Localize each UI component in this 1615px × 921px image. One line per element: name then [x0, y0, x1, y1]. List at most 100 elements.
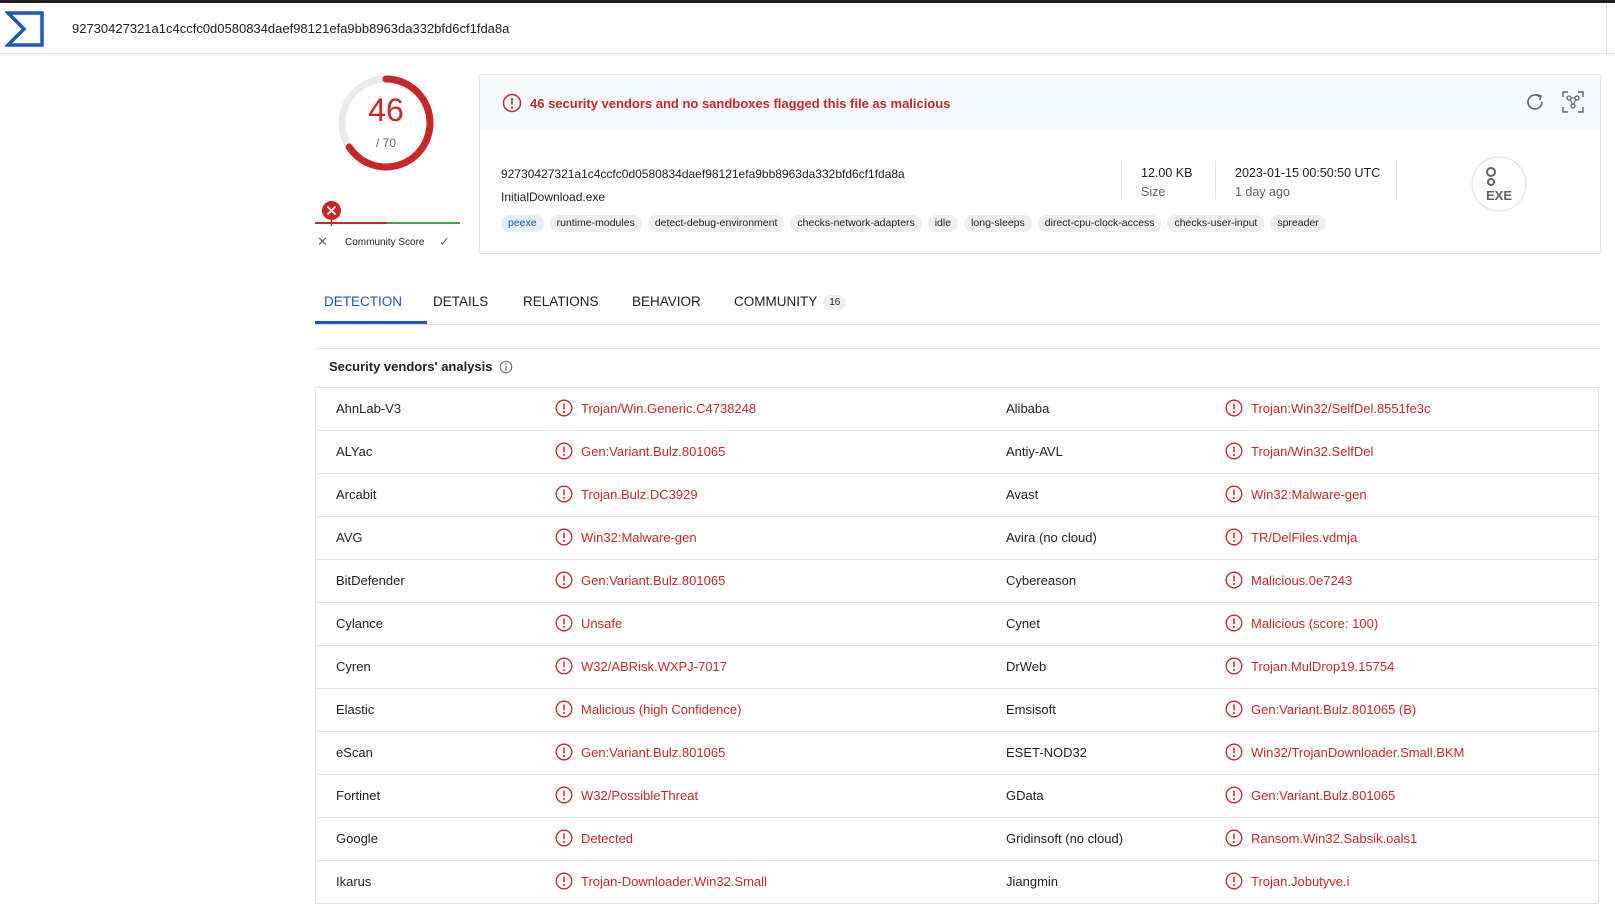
tab-details[interactable]: DETAILS: [433, 294, 488, 309]
similar-graph-icon[interactable]: [1560, 89, 1586, 115]
vendor-name: DrWeb: [1006, 659, 1047, 674]
malicious-alert-icon: [1225, 614, 1243, 632]
detection-result[interactable]: Ransom.Win32.Sabsik.oals1: [1251, 831, 1417, 846]
file-tag[interactable]: direct-cpu-clock-access: [1037, 215, 1162, 232]
file-hash[interactable]: 92730427321a1c4ccfc0d0580834daef98121efa…: [501, 167, 905, 181]
file-tag[interactable]: checks-network-adapters: [790, 215, 922, 232]
malicious-alert-icon: [555, 700, 573, 718]
detection-result[interactable]: Gen:Variant.Bulz.801065: [581, 444, 725, 459]
detection-result[interactable]: Gen:Variant.Bulz.801065 (B): [1251, 702, 1416, 717]
vendor-row: AhnLab-V3 Trojan/Win.Generic.C4738248 Alib…: [316, 388, 1598, 431]
vendor-name: ESET-NOD32: [1006, 745, 1087, 760]
last-analysis-date: 2023-01-15 00:50:50 UTC: [1235, 166, 1381, 180]
tab-detection[interactable]: DETECTION: [324, 294, 402, 309]
tab-label: BEHAVIOR: [632, 294, 701, 309]
detection-result[interactable]: Trojan/Win.Generic.C4738248: [581, 401, 756, 416]
stats-divider: [1396, 161, 1397, 199]
file-tag[interactable]: checks-user-input: [1167, 215, 1265, 232]
detection-result[interactable]: Win32/TrojanDownloader.Small.BKM: [1251, 745, 1464, 760]
search-input[interactable]: [60, 11, 1615, 45]
detection-result[interactable]: W32/ABRisk.WXPJ-7017: [581, 659, 727, 674]
vendor-name: Cybereason: [1006, 573, 1077, 588]
file-size-label: Size: [1141, 185, 1166, 199]
detection-result[interactable]: Trojan.MulDrop19.15754: [1251, 659, 1394, 674]
header-divider: [1606, 3, 1607, 53]
malicious-alert-icon: [1225, 485, 1243, 503]
community-score-marker-icon: [322, 201, 341, 226]
detection-alert: 46 security vendors and no sandboxes fla…: [530, 96, 951, 111]
detection-result[interactable]: Malicious (score: 100): [1251, 616, 1378, 631]
vendor-name: AVG: [336, 530, 363, 545]
detection-result[interactable]: Trojan/Win32.SelfDel: [1251, 444, 1373, 459]
detection-result[interactable]: Detected: [581, 831, 633, 846]
exe-file-type-icon: EXE: [1471, 156, 1527, 212]
vendor-name: Gridinsoft (no cloud): [1006, 831, 1124, 846]
malicious-alert-icon: [555, 528, 573, 546]
malicious-alert-icon: [555, 743, 573, 761]
malicious-alert-icon: [555, 657, 573, 675]
vendor-name: eScan: [336, 745, 373, 760]
file-tag[interactable]: detect-debug-environment: [647, 215, 785, 232]
detection-result[interactable]: Win32:Malware-gen: [1251, 487, 1367, 502]
virustotal-logo-icon[interactable]: [5, 10, 45, 48]
malicious-alert-icon: [1225, 442, 1243, 460]
vendor-name: Elastic: [336, 702, 375, 717]
vendor-name: Cynet: [1006, 616, 1040, 631]
tab-label: RELATIONS: [523, 294, 599, 309]
vendor-row: BitDefender Gen:Variant.Bulz.801065 Cybere…: [316, 560, 1598, 603]
detection-result[interactable]: Gen:Variant.Bulz.801065: [1251, 788, 1395, 803]
tab-behavior[interactable]: BEHAVIOR: [632, 294, 701, 309]
file-tag[interactable]: spreader: [1270, 215, 1326, 232]
detection-result[interactable]: TR/DelFiles.vdmja: [1251, 530, 1357, 545]
vendor-row: eScan Gen:Variant.Bulz.801065 ESET-NOD32 Wi…: [316, 732, 1598, 775]
detection-result[interactable]: Malicious.0e7243: [1251, 573, 1352, 588]
malicious-alert-icon: [555, 614, 573, 632]
vendor-name: GData: [1006, 788, 1044, 803]
malicious-alert-icon: [1225, 700, 1243, 718]
detection-result[interactable]: Trojan.Bulz.DC3929: [581, 487, 698, 502]
vendor-row: Ikarus Trojan-Downloader.Win32.Small Jiang…: [316, 861, 1598, 904]
community-score-label: Community Score: [345, 237, 425, 248]
detection-result[interactable]: Trojan-Downloader.Win32.Small: [581, 874, 767, 889]
detection-result[interactable]: Unsafe: [581, 616, 622, 631]
tab-community[interactable]: COMMUNITY 16: [734, 294, 847, 310]
vendor-name: BitDefender: [336, 573, 405, 588]
file-tag[interactable]: runtime-modules: [549, 215, 642, 232]
file-tag[interactable]: long-sleeps: [964, 215, 1032, 232]
active-tab-indicator: [315, 321, 427, 324]
file-tags: peexe runtime-modules detect-debug-environ…: [501, 215, 1326, 232]
vendor-row: Cylance Unsafe Cynet Malicious (score: 100): [316, 603, 1598, 646]
stats-divider: [1121, 161, 1122, 199]
file-type-label: EXE: [1486, 188, 1512, 203]
vendor-name: Cyren: [336, 659, 371, 674]
malicious-alert-icon: [1225, 872, 1243, 890]
tab-relations[interactable]: RELATIONS: [523, 294, 599, 309]
malicious-alert-icon: [1225, 657, 1243, 675]
stats-divider: [1215, 161, 1216, 199]
vendors-section-header: Security vendors' analysis: [315, 348, 1599, 387]
detection-result[interactable]: Trojan.Jobutyve.i: [1251, 874, 1350, 889]
malicious-alert-icon: [555, 786, 573, 804]
detection-result[interactable]: Win32:Malware-gen: [581, 530, 697, 545]
file-tag[interactable]: peexe: [501, 215, 544, 232]
file-tag[interactable]: idle: [927, 215, 959, 232]
detection-result[interactable]: Gen:Variant.Bulz.801065: [581, 745, 725, 760]
summary-header: 46 security vendors and no sandboxes fla…: [480, 75, 1600, 131]
reanalyze-icon[interactable]: [1522, 89, 1548, 115]
vote-malicious-icon[interactable]: ✕: [317, 234, 328, 250]
vendor-name: Antiy-AVL: [1006, 444, 1063, 459]
vendor-name: Emsisoft: [1006, 702, 1056, 717]
detection-result[interactable]: Gen:Variant.Bulz.801065: [581, 573, 725, 588]
vendor-row: Cyren W32/ABRisk.WXPJ-7017 DrWeb Trojan.Mul…: [316, 646, 1598, 689]
file-name: InitialDownload.exe: [501, 190, 606, 204]
info-icon[interactable]: [499, 360, 513, 374]
malicious-alert-icon: [1225, 786, 1243, 804]
detection-result[interactable]: Malicious (high Confidence): [581, 702, 741, 717]
malicious-alert-icon: [1225, 571, 1243, 589]
community-score-row: ✕ Community Score ✓: [315, 234, 460, 251]
detection-result[interactable]: Trojan:Win32/SelfDel.8551fe3c: [1251, 401, 1430, 416]
detection-total: / 70: [375, 136, 396, 150]
vote-harmless-icon[interactable]: ✓: [439, 234, 450, 250]
vendor-row: AVG Win32:Malware-gen Avira (no cloud) TR/D…: [316, 517, 1598, 560]
detection-result[interactable]: W32/PossibleThreat: [581, 788, 698, 803]
